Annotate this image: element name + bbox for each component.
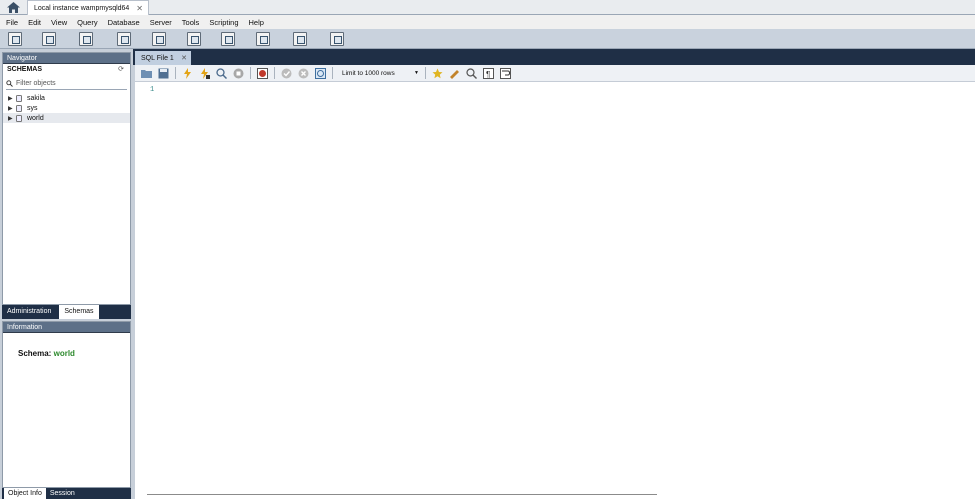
expand-arrow-icon[interactable]: ▶ <box>8 95 16 102</box>
create-view-icon[interactable] <box>187 32 202 46</box>
main-toolbar <box>0 29 975 74</box>
explain-icon[interactable] <box>216 67 227 79</box>
stop-icon[interactable] <box>233 68 244 79</box>
close-icon[interactable]: ✕ <box>181 54 187 62</box>
create-schema-icon[interactable] <box>116 32 131 46</box>
add-snippet-icon[interactable] <box>432 68 443 79</box>
toggle-error-stop-icon[interactable] <box>257 67 268 79</box>
schema-item-sakila[interactable]: ▶ sakila <box>3 93 130 103</box>
close-icon[interactable]: ✕ <box>136 4 143 13</box>
menu-help[interactable]: Help <box>245 18 268 27</box>
menu-edit[interactable]: Edit <box>24 18 45 27</box>
create-procedure-icon[interactable] <box>221 32 236 46</box>
schemas-header: SCHEMAS ⟳ <box>3 64 130 76</box>
open-sql-script-icon[interactable] <box>42 32 57 46</box>
line-number: 1 <box>150 86 155 94</box>
toolbar-separator <box>250 67 251 79</box>
schema-name: world <box>27 114 44 122</box>
toolbar-separator <box>274 67 275 79</box>
home-button[interactable] <box>2 0 24 15</box>
connection-tab[interactable]: Local instance wampmysqld64 ✕ <box>27 0 149 15</box>
filter-placeholder: Filter objects <box>16 80 56 87</box>
limit-rows-select[interactable]: Limit to 1000 rows ▼ <box>339 67 419 79</box>
toolbar-separator <box>332 67 333 79</box>
database-icon <box>16 104 22 112</box>
expand-arrow-icon[interactable]: ▶ <box>8 105 16 112</box>
search-table-data-icon[interactable] <box>292 32 307 46</box>
svg-text:¶: ¶ <box>486 70 490 79</box>
tab-administration[interactable]: Administration <box>2 305 56 319</box>
database-icon <box>16 94 22 102</box>
invisible-chars-icon[interactable]: ¶ <box>483 67 494 79</box>
refresh-icon[interactable]: ⟳ <box>118 64 124 76</box>
find-icon[interactable] <box>466 67 477 79</box>
tab-object-info[interactable]: Object Info <box>4 488 46 499</box>
information-panel: Information Schema: world <box>2 321 131 488</box>
tab-schemas[interactable]: Schemas <box>59 305 99 319</box>
rollback-icon[interactable] <box>298 68 309 79</box>
navigator-panel: Navigator SCHEMAS ⟳ Filter objects ▶ sak… <box>2 52 131 305</box>
menu-view[interactable]: View <box>47 18 71 27</box>
new-sql-tab-icon[interactable] <box>8 32 22 46</box>
schema-info-value: world <box>53 349 75 358</box>
information-tabs: Object Info Session <box>2 488 131 499</box>
schema-item-sys[interactable]: ▶ sys <box>3 103 130 113</box>
execute-icon[interactable] <box>182 67 193 79</box>
window-tab-bar: Local instance wampmysqld64 ✕ <box>0 0 975 15</box>
chevron-down-icon: ▼ <box>414 70 419 76</box>
schemas-label: SCHEMAS <box>7 66 43 73</box>
toolbar-separator <box>175 67 176 79</box>
sql-file-tab-label: SQL File 1 <box>141 54 174 62</box>
tab-session[interactable]: Session <box>46 488 79 499</box>
sql-editor[interactable]: 1 <box>135 82 975 499</box>
information-title: Information <box>3 322 130 333</box>
limit-rows-value: Limit to 1000 rows <box>342 69 395 77</box>
menu-scripting[interactable]: Scripting <box>205 18 242 27</box>
schema-info-label: Schema: <box>18 349 52 358</box>
word-wrap-icon[interactable] <box>500 67 511 79</box>
filter-objects-input[interactable]: Filter objects <box>6 78 127 90</box>
editor-tab-bar: SQL File 1 ✕ <box>133 49 975 65</box>
schema-info: Schema: world <box>18 349 75 358</box>
sql-editor-toolbar: Limit to 1000 rows ▼ ¶ <box>135 65 975 82</box>
connection-tab-label: Local instance wampmysqld64 <box>34 4 130 12</box>
schema-name: sakila <box>27 94 45 102</box>
create-table-icon[interactable] <box>151 32 166 46</box>
sql-file-tab[interactable]: SQL File 1 ✕ <box>135 51 191 65</box>
navigator-title: Navigator <box>3 53 130 64</box>
menu-server[interactable]: Server <box>146 18 176 27</box>
menu-file[interactable]: File <box>2 18 22 27</box>
autocommit-icon[interactable] <box>315 67 326 79</box>
menu-query[interactable]: Query <box>73 18 101 27</box>
menu-bar: File Edit View Query Database Server Too… <box>0 15 975 29</box>
database-icon <box>16 114 22 122</box>
home-icon <box>6 2 20 13</box>
horizontal-scrollbar[interactable] <box>147 494 657 495</box>
schema-name: sys <box>27 104 38 112</box>
beautify-icon[interactable] <box>449 68 460 79</box>
reconnect-icon[interactable] <box>330 32 345 46</box>
menu-database[interactable]: Database <box>104 18 144 27</box>
toolbar-separator <box>425 67 426 79</box>
navigator-tabs: Administration Schemas <box>2 305 131 319</box>
expand-arrow-icon[interactable]: ▶ <box>8 115 16 122</box>
info-icon[interactable] <box>79 32 94 46</box>
commit-icon[interactable] <box>281 68 292 79</box>
menu-tools[interactable]: Tools <box>178 18 204 27</box>
create-function-icon[interactable] <box>255 32 270 46</box>
schema-item-world[interactable]: ▶ world <box>3 113 130 123</box>
open-folder-icon[interactable] <box>141 68 152 79</box>
search-icon <box>6 80 13 87</box>
save-icon[interactable] <box>158 68 169 79</box>
execute-current-icon[interactable] <box>199 67 210 79</box>
